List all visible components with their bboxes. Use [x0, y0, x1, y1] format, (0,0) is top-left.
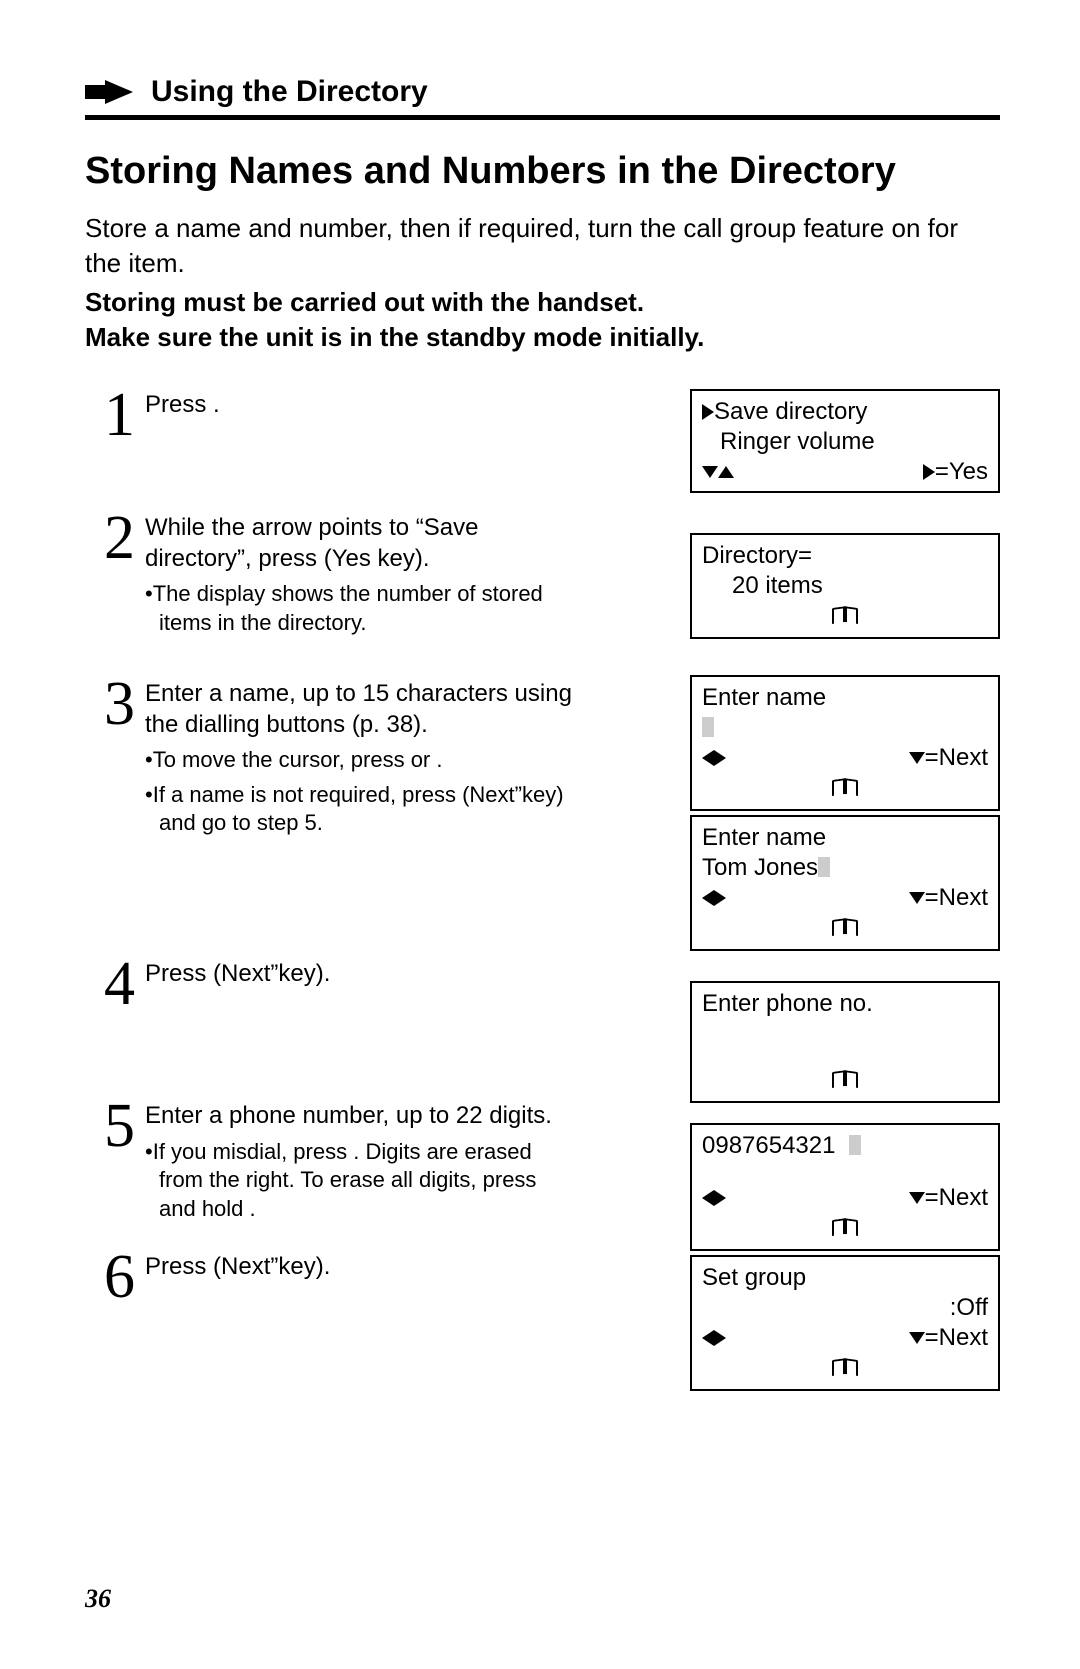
- step-subtext: •If a name is not required, press (Next”…: [145, 781, 575, 838]
- triangle-right-icon: [923, 464, 935, 480]
- cursor-icon: [818, 857, 830, 877]
- book-icon: [832, 779, 858, 797]
- triangle-right-icon: [714, 890, 726, 906]
- step-text: Press (Next”key).: [145, 1251, 575, 1282]
- screen-line: 0987654321: [702, 1132, 835, 1159]
- triangle-right-icon: [714, 750, 726, 766]
- cursor-icon: [702, 717, 714, 737]
- screen-1: Save directory Ringer volume =Yes: [690, 389, 1000, 493]
- step-number: 2: [85, 512, 135, 565]
- screen-hint: =Yes: [935, 458, 988, 485]
- step-subtext: •To move the cursor, press or .: [145, 746, 575, 775]
- screen-value: :Off: [950, 1293, 988, 1323]
- step-text-line: directory”, press (Yes key).: [145, 543, 575, 574]
- section-header: Using the Directory: [85, 75, 1000, 109]
- screen-line: Tom Jones: [702, 854, 818, 881]
- cursor-icon: [849, 1135, 861, 1155]
- triangle-right-icon: [702, 404, 714, 420]
- screen-line: Ringer volume: [702, 427, 988, 457]
- page-title: Storing Names and Numbers in the Directo…: [85, 150, 1000, 193]
- step-text-line: Enter a phone number, up to 22 digits.: [145, 1100, 575, 1131]
- screen-line: Save directory: [714, 398, 867, 425]
- triangle-right-icon: [714, 1330, 726, 1346]
- page-number: 36: [85, 1584, 111, 1614]
- step-number: 4: [85, 958, 135, 1011]
- screen-hint: =Next: [925, 744, 988, 771]
- screen-line: Enter phone no.: [702, 989, 988, 1019]
- triangle-left-icon: [702, 1330, 714, 1346]
- screens-column: Save directory Ringer volume =Yes Direct…: [690, 389, 1000, 1399]
- book-icon: [832, 1071, 858, 1089]
- step-text: Press (Next”key).: [145, 958, 575, 989]
- screen-line: 20 items: [702, 571, 988, 601]
- book-icon: [832, 1219, 858, 1237]
- screen-7: Set group :Off =Next: [690, 1255, 1000, 1391]
- triangle-down-icon: [909, 1192, 925, 1204]
- step-text-line: Enter a name, up to 15 characters using: [145, 678, 575, 709]
- intro-text: Store a name and number, then if require…: [85, 211, 1000, 281]
- screen-line: Set group: [702, 1263, 988, 1293]
- triangle-down-icon: [909, 1332, 925, 1344]
- triangle-right-icon: [714, 1190, 726, 1206]
- triangle-left-icon: [702, 890, 714, 906]
- screen-3: Enter name =Next: [690, 675, 1000, 811]
- divider: [85, 115, 1000, 120]
- step-text: Press .: [145, 389, 575, 420]
- triangle-down-icon: [702, 466, 718, 478]
- screen-4: Enter name Tom Jones =Next: [690, 815, 1000, 951]
- triangle-down-icon: [909, 752, 925, 764]
- screen-6: 0987654321 =Next: [690, 1123, 1000, 1251]
- step-number: 6: [85, 1251, 135, 1304]
- step-number: 1: [85, 389, 135, 442]
- manual-page: Using the Directory Storing Names and Nu…: [0, 0, 1080, 1669]
- triangle-down-icon: [909, 892, 925, 904]
- step-number: 5: [85, 1100, 135, 1153]
- intro-bold-2: Make sure the unit is in the standby mod…: [85, 320, 1000, 355]
- step-text-line: While the arrow points to “Save: [145, 512, 575, 543]
- book-icon: [832, 919, 858, 937]
- step-number: 3: [85, 678, 135, 731]
- triangle-left-icon: [702, 750, 714, 766]
- arrow-tail: [85, 85, 107, 99]
- step-text-line: the dialling buttons (p. 38).: [145, 709, 575, 740]
- screen-line: Directory=: [702, 541, 988, 571]
- intro-bold-1: Storing must be carried out with the han…: [85, 285, 1000, 320]
- steps-area: Save directory Ringer volume =Yes Direct…: [85, 389, 1000, 1304]
- screen-hint: =Next: [925, 1324, 988, 1351]
- screen-5: Enter phone no.: [690, 981, 1000, 1103]
- screen-line: Enter name: [702, 823, 988, 853]
- book-icon: [832, 607, 858, 625]
- screen-hint: =Next: [925, 884, 988, 911]
- triangle-left-icon: [702, 1190, 714, 1206]
- screen-2: Directory= 20 items: [690, 533, 1000, 639]
- section-title: Using the Directory: [151, 75, 428, 109]
- triangle-up-icon: [718, 466, 734, 478]
- screen-line: Enter name: [702, 683, 988, 713]
- step-subtext: •The display shows the number of stored …: [145, 580, 575, 637]
- book-icon: [832, 1359, 858, 1377]
- step-subtext: •If you misdial, press . Digits are eras…: [145, 1138, 575, 1224]
- screen-hint: =Next: [925, 1184, 988, 1211]
- arrow-right-icon: [105, 80, 133, 104]
